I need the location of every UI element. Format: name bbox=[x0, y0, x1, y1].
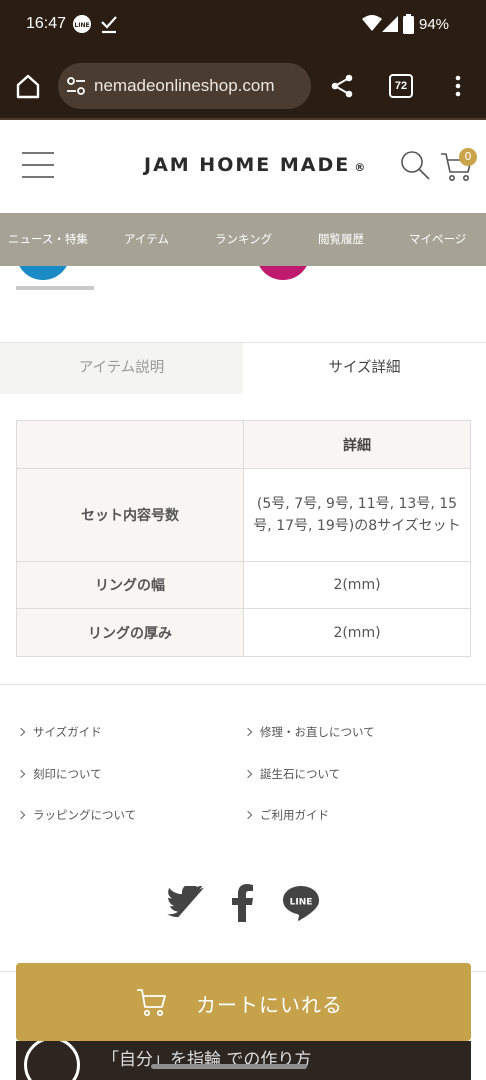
row-value-ring-thickness: 2(mm) bbox=[243, 608, 471, 657]
table-header-detail: 詳細 bbox=[243, 420, 471, 469]
chevron-right-icon bbox=[243, 769, 253, 779]
home-indicator[interactable] bbox=[151, 1064, 307, 1069]
nav-item-news[interactable]: ニュース・特集 bbox=[8, 231, 88, 247]
status-bar: 16:47 LINE 94% bbox=[0, 0, 486, 52]
table-header-empty bbox=[16, 420, 244, 469]
more-options-icon[interactable] bbox=[448, 74, 468, 98]
svg-text:LINE: LINE bbox=[290, 898, 313, 908]
bottom-banner[interactable]: 「自分」を指輪 での作り方 bbox=[16, 1041, 471, 1080]
footer-link-label: ラッピングについて bbox=[33, 808, 137, 822]
row-label-ring-width: リングの幅 bbox=[16, 561, 244, 609]
divider bbox=[0, 684, 486, 685]
line-icon[interactable]: LINE bbox=[282, 885, 320, 925]
footer-link-birthstone[interactable]: 誕生石について bbox=[243, 766, 341, 782]
cart-icon bbox=[136, 987, 168, 1017]
search-icon[interactable] bbox=[400, 150, 430, 180]
chevron-right-icon bbox=[16, 810, 26, 820]
footer-link-repair[interactable]: 修理・お直しについて bbox=[243, 724, 375, 740]
check-download-icon bbox=[100, 14, 118, 38]
menu-icon[interactable] bbox=[22, 152, 54, 180]
nav-item-history[interactable]: 閲覧履歴 bbox=[318, 231, 364, 247]
nav-item-items[interactable]: アイテム bbox=[124, 231, 169, 247]
chevron-right-icon bbox=[16, 769, 26, 779]
chevron-right-icon bbox=[243, 727, 253, 737]
wifi-icon bbox=[362, 14, 382, 36]
nav-item-ranking[interactable]: ランキング bbox=[215, 231, 272, 247]
table-row: セット内容号数 (5号, 7号, 9号, 11号, 13号, 15号, 17号,… bbox=[16, 468, 471, 562]
footer-link-user-guide[interactable]: ご利用ガイド bbox=[243, 807, 329, 823]
site-header: JAM HOME MADE ® bbox=[0, 122, 486, 213]
cart-count-badge: 0 bbox=[459, 148, 477, 166]
facebook-icon[interactable] bbox=[232, 884, 254, 926]
registered-mark: ® bbox=[354, 161, 366, 174]
line-notification-icon: LINE bbox=[72, 14, 92, 38]
size-detail-table: 詳細 セット内容号数 (5号, 7号, 9号, 11号, 13号, 15号, 1… bbox=[16, 420, 471, 657]
add-to-cart-label: カートにいれる bbox=[196, 993, 343, 1017]
browser-toolbar: nemadeonlineshop.com 72 bbox=[0, 52, 486, 120]
row-value-set-sizes: (5号, 7号, 9号, 11号, 13号, 15号, 17号, 19号)の8サ… bbox=[243, 468, 471, 562]
share-icon[interactable] bbox=[330, 74, 354, 98]
footer-link-size-guide[interactable]: サイズガイド bbox=[16, 724, 102, 740]
footer-link-label: ご利用ガイド bbox=[260, 808, 329, 822]
row-value-ring-width: 2(mm) bbox=[243, 561, 471, 609]
footer-link-engraving[interactable]: 刻印について bbox=[16, 766, 102, 782]
footer-link-label: 刻印について bbox=[33, 767, 102, 781]
battery-percent: 94% bbox=[419, 16, 450, 33]
table-header-row: 詳細 bbox=[16, 420, 471, 469]
signal-icon bbox=[382, 14, 398, 36]
status-time: 16:47 bbox=[26, 15, 67, 32]
site-settings-icon[interactable] bbox=[66, 76, 86, 96]
row-label-ring-thickness: リングの厚み bbox=[16, 608, 244, 657]
logo-text: JAM HOME MADE bbox=[144, 154, 351, 176]
svg-text:LINE: LINE bbox=[74, 22, 89, 29]
battery-icon bbox=[403, 14, 414, 38]
banner-logo bbox=[24, 1041, 80, 1080]
tab-switcher-button[interactable]: 72 bbox=[389, 74, 413, 98]
selected-swatch-indicator bbox=[16, 286, 94, 290]
home-icon[interactable] bbox=[14, 72, 42, 100]
tab-item-description[interactable]: アイテム説明 bbox=[0, 343, 243, 394]
twitter-icon[interactable] bbox=[167, 884, 205, 922]
main-nav: ニュース・特集 アイテム ランキング 閲覧履歴 マイページ bbox=[0, 213, 486, 266]
nav-item-mypage[interactable]: マイページ bbox=[409, 231, 466, 247]
footer-link-wrapping[interactable]: ラッピングについて bbox=[16, 807, 137, 823]
tab-size-detail[interactable]: サイズ詳細 bbox=[243, 343, 486, 394]
chevron-right-icon bbox=[243, 810, 253, 820]
footer-link-label: サイズガイド bbox=[33, 725, 102, 739]
row-label-set-sizes: セット内容号数 bbox=[16, 468, 244, 562]
footer-link-label: 誕生石について bbox=[260, 767, 341, 781]
url-bar[interactable]: nemadeonlineshop.com bbox=[58, 63, 311, 109]
chevron-right-icon bbox=[16, 727, 26, 737]
footer-link-label: 修理・お直しについて bbox=[260, 725, 375, 739]
url-text: nemadeonlineshop.com bbox=[94, 76, 275, 95]
add-to-cart-button[interactable]: カートにいれる bbox=[16, 963, 471, 1041]
site-logo[interactable]: JAM HOME MADE ® bbox=[144, 154, 365, 176]
table-row: リングの厚み 2(mm) bbox=[16, 608, 471, 657]
table-row: リングの幅 2(mm) bbox=[16, 561, 471, 609]
